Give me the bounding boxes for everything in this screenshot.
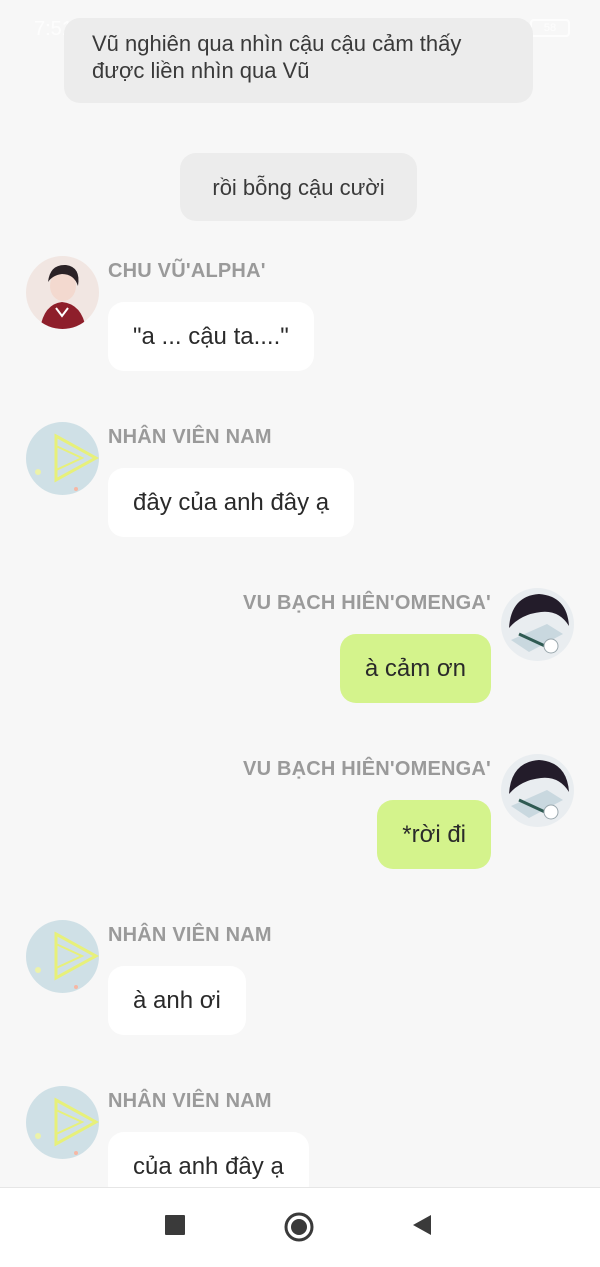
sender-name: NHÂN VIÊN NAM [108,426,272,448]
narration-bubble: rồi bỗng cậu cười [180,153,417,221]
avatar-chu-vu[interactable] [26,256,99,329]
avatar-vu-bach-hien[interactable] [501,754,574,827]
message-text: đây của anh đây ạ [133,489,330,516]
message-bubble[interactable]: "a ... cậu ta...." [108,302,314,371]
square-recents-icon[interactable] [164,1214,186,1236]
message-text: à cảm ơn [364,655,466,682]
message-text: *rời đi [402,821,466,848]
message-bubble[interactable]: đây của anh đây ạ [108,468,355,537]
sender-name: CHU VŨ'ALPHA' [108,260,266,282]
triangle-back-icon[interactable] [411,1214,433,1236]
narration-text: Vũ nghiên qua nhìn cậu cậu cảm thấy được… [92,31,462,83]
avatar-nhan-vien-nam[interactable] [26,920,99,993]
battery-level: 58 [543,22,557,34]
sender-name: NHÂN VIÊN NAM [108,924,272,946]
narration-text: rồi bỗng cậu cười [212,175,385,200]
avatar-nhan-vien-nam[interactable] [26,1086,99,1159]
sender-name: VU BẠCH HIÊN'OMENGA' [243,592,491,614]
message-bubble[interactable]: à anh ơi [108,966,246,1035]
navigation-bar [0,1187,600,1267]
circle-home-icon[interactable] [284,1212,314,1242]
message-bubble[interactable]: à cảm ơn [339,634,491,703]
narration-bubble: Vũ nghiên qua nhìn cậu cậu cảm thấy được… [64,18,533,103]
avatar-nhan-vien-nam[interactable] [26,422,99,495]
sender-name: VU BẠCH HIÊN'OMENGA' [243,758,491,780]
message-bubble[interactable]: *rời đi [377,800,491,869]
message-text: à anh ơi [133,987,221,1014]
message-text: "a ... cậu ta...." [133,323,289,350]
avatar-vu-bach-hien[interactable] [501,588,574,661]
battery-icon: 58 [530,19,570,37]
sender-name: NHÂN VIÊN NAM [108,1090,272,1112]
message-text: của anh đây ạ [133,1153,284,1180]
